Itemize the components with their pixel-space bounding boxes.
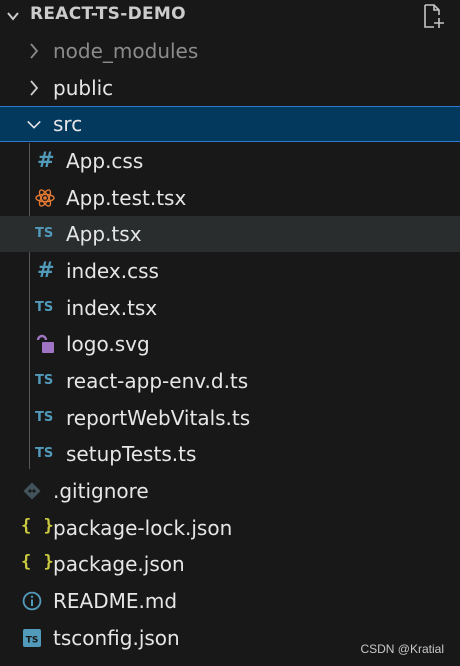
new-file-icon[interactable] bbox=[420, 3, 446, 29]
folder-label: node_modules bbox=[53, 39, 199, 63]
file-label: reportWebVitals.ts bbox=[66, 406, 251, 430]
file-label: App.css bbox=[66, 149, 144, 173]
typescript-icon: TS bbox=[35, 410, 54, 425]
file-index-tsx[interactable]: TS index.tsx bbox=[0, 290, 460, 326]
react-test-icon bbox=[35, 189, 55, 207]
file-label: package.json bbox=[53, 552, 185, 576]
folder-node-modules[interactable]: node_modules bbox=[0, 33, 460, 69]
file-package-lock-json[interactable]: { } package-lock.json bbox=[0, 510, 460, 546]
chevron-down-icon[interactable] bbox=[5, 8, 21, 24]
project-title[interactable]: REACT-TS-DEMO bbox=[30, 4, 186, 24]
file-package-json[interactable]: { } package.json bbox=[0, 546, 460, 582]
file-gitignore[interactable]: .gitignore bbox=[0, 473, 460, 509]
chevron-right-icon bbox=[30, 43, 39, 59]
file-app-tsx[interactable]: TS App.tsx bbox=[0, 216, 460, 252]
file-label: App.test.tsx bbox=[66, 186, 187, 210]
watermark: CSDN @Kratial bbox=[360, 642, 444, 656]
folder-public[interactable]: public bbox=[0, 70, 460, 106]
file-label: README.md bbox=[53, 589, 178, 613]
folder-label: src bbox=[53, 112, 83, 136]
file-label: .gitignore bbox=[53, 479, 149, 503]
file-label: logo.svg bbox=[66, 332, 150, 356]
file-explorer: REACT-TS-DEMO node_modules public src # … bbox=[0, 0, 460, 666]
chevron-down-icon bbox=[27, 120, 41, 129]
css-icon: # bbox=[37, 148, 55, 172]
explorer-header[interactable]: REACT-TS-DEMO bbox=[0, 0, 460, 32]
typescript-icon: TS bbox=[35, 373, 54, 388]
tsconfig-icon: TS bbox=[23, 629, 41, 647]
file-label: index.css bbox=[66, 259, 159, 283]
folder-src[interactable]: src bbox=[0, 106, 460, 142]
git-icon bbox=[23, 482, 41, 500]
file-logo-svg[interactable]: logo.svg bbox=[0, 326, 460, 362]
json-icon: { } bbox=[21, 516, 55, 536]
typescript-icon: TS bbox=[35, 446, 54, 461]
chevron-right-icon bbox=[30, 80, 39, 96]
file-setup-tests[interactable]: TS setupTests.ts bbox=[0, 436, 460, 472]
typescript-icon: TS bbox=[35, 300, 54, 315]
svg-file-icon bbox=[36, 334, 54, 353]
file-index-css[interactable]: # index.css bbox=[0, 253, 460, 289]
file-label: setupTests.ts bbox=[66, 442, 197, 466]
file-readme[interactable]: README.md bbox=[0, 583, 460, 619]
file-label: package-lock.json bbox=[53, 516, 233, 540]
file-app-css[interactable]: # App.css bbox=[0, 143, 460, 179]
info-icon bbox=[22, 591, 42, 611]
file-app-test-tsx[interactable]: App.test.tsx bbox=[0, 180, 460, 216]
json-icon: { } bbox=[21, 552, 55, 572]
file-label: tsconfig.json bbox=[53, 626, 180, 650]
css-icon: # bbox=[37, 258, 55, 282]
file-report-web-vitals[interactable]: TS reportWebVitals.ts bbox=[0, 400, 460, 436]
file-label: react-app-env.d.ts bbox=[66, 369, 249, 393]
typescript-icon: TS bbox=[35, 226, 54, 241]
file-react-app-env[interactable]: TS react-app-env.d.ts bbox=[0, 363, 460, 399]
folder-label: public bbox=[53, 76, 114, 100]
svg-text:TS: TS bbox=[26, 636, 39, 646]
file-label: App.tsx bbox=[66, 222, 142, 246]
file-label: index.tsx bbox=[66, 296, 158, 320]
